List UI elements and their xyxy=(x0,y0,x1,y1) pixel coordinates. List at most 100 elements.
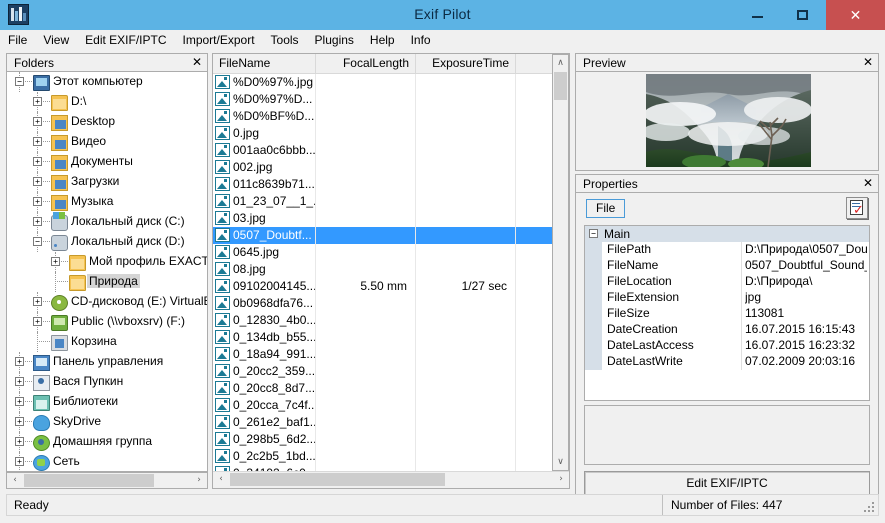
menu-item-tools[interactable]: Tools xyxy=(263,30,307,50)
file-list-row[interactable]: 0_2c2b5_1bd... xyxy=(213,448,552,465)
tree-item[interactable]: Корзина xyxy=(7,332,207,352)
file-list-vscrollbar[interactable]: ∧ ∨ xyxy=(552,54,569,471)
tree-item[interactable]: Природа xyxy=(7,272,207,292)
tree-item[interactable]: − Этот компьютер xyxy=(7,72,207,92)
properties-row[interactable]: DateLastAccess 16.07.2015 16:23:32 xyxy=(585,338,869,354)
tree-expander-icon[interactable]: − xyxy=(15,77,24,86)
properties-row[interactable]: FileExtension jpg xyxy=(585,290,869,306)
menu-item-file[interactable]: File xyxy=(0,30,35,50)
properties-row[interactable]: DateCreation 16.07.2015 16:15:43 xyxy=(585,322,869,338)
folder-tree[interactable]: − Этот компьютер + D:\ + Desktop + Видео + Докуме… xyxy=(6,72,208,472)
file-list-row[interactable]: 01_23_07__1_... xyxy=(213,193,552,210)
tree-item[interactable]: + Документы xyxy=(7,152,207,172)
menu-item-info[interactable]: Info xyxy=(403,30,439,50)
file-list-row[interactable]: 0507_Doubtf... xyxy=(213,227,552,244)
tree-expander-icon[interactable]: + xyxy=(51,257,60,266)
tree-item[interactable]: + Сеть xyxy=(7,452,207,471)
file-list-hscroll-left-icon[interactable]: ‹ xyxy=(213,472,229,487)
file-list-row[interactable]: 0.jpg xyxy=(213,125,552,142)
properties-row[interactable]: FilePath D:\Природа\0507_Dou... xyxy=(585,242,869,258)
tree-item[interactable]: + Загрузки xyxy=(7,172,207,192)
menu-item-plugins[interactable]: Plugins xyxy=(307,30,362,50)
file-list-hscrollbar[interactable]: ‹ › xyxy=(213,471,569,488)
properties-row[interactable]: FileSize 113081 xyxy=(585,306,869,322)
file-list-row[interactable]: %D0%BF%D... xyxy=(213,108,552,125)
tree-expander-icon[interactable]: + xyxy=(33,117,42,126)
file-list-row[interactable]: 011c8639b71... xyxy=(213,176,552,193)
folders-hscroll-left-icon[interactable]: ‹ xyxy=(7,473,23,488)
tree-item[interactable]: + Мой профиль EXACT xyxy=(7,252,207,272)
file-list-hscroll-thumb[interactable] xyxy=(230,473,445,486)
properties-close-icon[interactable]: ✕ xyxy=(863,176,873,190)
file-list-row[interactable]: 001aa0c6bbb... xyxy=(213,142,552,159)
tree-expander-icon[interactable]: + xyxy=(33,197,42,206)
resize-grip-icon[interactable] xyxy=(862,500,876,514)
properties-grid[interactable]: − Main FilePath D:\Природа\0507_Dou... FileN… xyxy=(584,225,870,401)
tree-item[interactable]: + Видео xyxy=(7,132,207,152)
file-list-row[interactable]: 0b0968dfa76... xyxy=(213,295,552,312)
tree-expander-icon[interactable]: − xyxy=(33,237,42,246)
tree-item[interactable]: + Домашняя группа xyxy=(7,432,207,452)
tree-expander-icon[interactable]: + xyxy=(15,397,24,406)
tree-item[interactable]: + CD-дисковод (E:) VirtualB xyxy=(7,292,207,312)
file-list-row[interactable]: 0_12830_4b0... xyxy=(213,312,552,329)
menu-item-edit-exif[interactable]: Edit EXIF/IPTC xyxy=(77,30,174,50)
file-list-column-header[interactable] xyxy=(516,54,554,73)
file-list-vscroll-down-icon[interactable]: ∨ xyxy=(553,454,568,470)
tree-item[interactable]: + SkyDrive xyxy=(7,412,207,432)
file-list-row[interactable]: 0_261e2_baf1... xyxy=(213,414,552,431)
folders-hscroll-thumb[interactable] xyxy=(24,474,154,487)
minimize-button[interactable] xyxy=(734,0,780,30)
tree-expander-icon[interactable]: + xyxy=(15,437,24,446)
properties-row[interactable]: FileLocation D:\Природа\ xyxy=(585,274,869,290)
tree-item[interactable]: + Музыка xyxy=(7,192,207,212)
tree-item[interactable]: + Desktop xyxy=(7,112,207,132)
file-list-row[interactable]: 0645.jpg xyxy=(213,244,552,261)
tree-expander-icon[interactable]: + xyxy=(15,377,24,386)
tab-file[interactable]: File xyxy=(586,199,626,218)
menu-item-help[interactable]: Help xyxy=(362,30,403,50)
file-list-column-header[interactable]: FileName xyxy=(213,54,316,73)
file-list-row[interactable]: 0_134db_b55... xyxy=(213,329,552,346)
tree-expander-icon[interactable]: + xyxy=(15,457,24,466)
file-list-row[interactable]: 0_20cc2_359... xyxy=(213,363,552,380)
tree-expander-icon[interactable]: + xyxy=(33,217,42,226)
folders-hscroll-right-icon[interactable]: › xyxy=(191,473,207,488)
properties-group-expander-icon[interactable]: − xyxy=(589,229,598,238)
file-list-row[interactable]: 0_298b5_6d2... xyxy=(213,431,552,448)
tree-expander-icon[interactable]: + xyxy=(33,157,42,166)
folders-close-icon[interactable]: ✕ xyxy=(192,55,202,69)
file-list-row[interactable]: %D0%97%D... xyxy=(213,91,552,108)
file-list-vscroll-up-icon[interactable]: ∧ xyxy=(553,55,568,71)
file-list-vscroll-thumb[interactable] xyxy=(554,72,567,100)
tree-item[interactable]: + Библиотеки xyxy=(7,392,207,412)
file-list-row[interactable]: 002.jpg xyxy=(213,159,552,176)
file-list-row[interactable]: %D0%97%.jpg xyxy=(213,74,552,91)
file-list-column-header[interactable]: FocalLength xyxy=(316,54,416,73)
tree-item[interactable]: + Локальный диск (C:) xyxy=(7,212,207,232)
tree-expander-icon[interactable]: + xyxy=(33,137,42,146)
tree-expander-icon[interactable]: + xyxy=(33,297,42,306)
folders-hscrollbar[interactable]: ‹ › xyxy=(6,472,208,489)
tree-expander-icon[interactable]: + xyxy=(15,417,24,426)
file-list-hscroll-right-icon[interactable]: › xyxy=(553,472,569,487)
properties-row[interactable]: DateLastWrite 07.02.2009 20:03:16 xyxy=(585,354,869,370)
tree-item[interactable]: + D:\ xyxy=(7,92,207,112)
preview-close-icon[interactable]: ✕ xyxy=(863,55,873,69)
tree-expander-icon[interactable]: + xyxy=(33,317,42,326)
edit-properties-icon[interactable]: ✓ xyxy=(846,197,868,219)
file-list-row[interactable]: 0_20cc8_8d7... xyxy=(213,380,552,397)
tree-expander-icon[interactable]: + xyxy=(33,97,42,106)
file-list-row[interactable]: 09102004145... 5.50 mm 1/27 sec xyxy=(213,278,552,295)
tree-item[interactable]: − Локальный диск (D:) xyxy=(7,232,207,252)
maximize-button[interactable] xyxy=(780,0,826,30)
menu-item-view[interactable]: View xyxy=(35,30,77,50)
file-list-row[interactable]: 0_20cca_7c4f... xyxy=(213,397,552,414)
close-button[interactable]: ✕ xyxy=(826,0,885,30)
tree-item[interactable]: + Public (\\vboxsrv) (F:) xyxy=(7,312,207,332)
file-list-row[interactable]: 0_18a94_991... xyxy=(213,346,552,363)
file-list-column-header[interactable]: ExposureTime xyxy=(416,54,516,73)
file-list-row[interactable]: 08.jpg xyxy=(213,261,552,278)
file-list-body[interactable]: %D0%97%.jpg %D0%97%D... %D0%BF%D... 0.jpg 00… xyxy=(213,74,552,471)
file-list-row[interactable]: 03.jpg xyxy=(213,210,552,227)
